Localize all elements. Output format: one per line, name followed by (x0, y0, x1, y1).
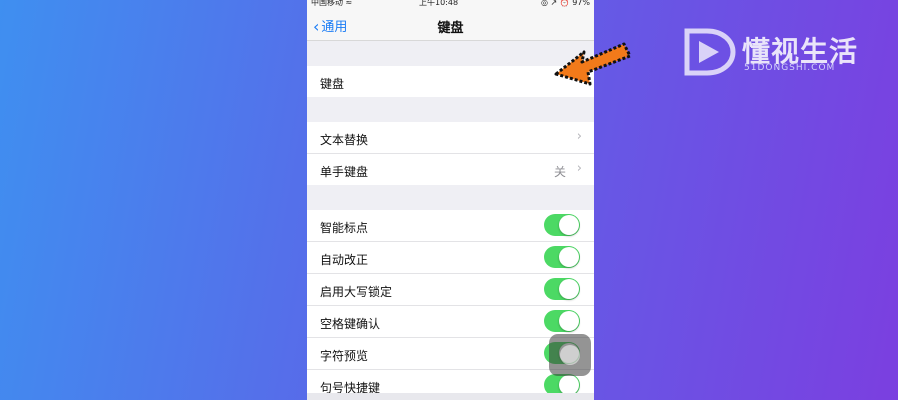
settings-group-text: 文本替换 › 单手键盘 关 › (307, 122, 594, 185)
settings-group-keyboards: 键盘 (307, 66, 594, 97)
cell-auto-correction: 自动改正 (307, 242, 594, 274)
page-title: 键盘 (437, 21, 464, 36)
footer-text-strip (307, 393, 594, 400)
toggle-knob (559, 375, 579, 395)
brand-logo-icon (684, 28, 736, 76)
chevron-right-icon: › (576, 129, 582, 144)
section-gap (307, 97, 594, 122)
caps-lock-toggle[interactable] (544, 278, 580, 300)
status-indicators: ◎ ↗ ⏰ 97% (540, 0, 590, 7)
cell-label: 字符预览 (320, 349, 369, 363)
toggle-knob (559, 247, 579, 267)
cell-smart-punctuation: 智能标点 (307, 210, 594, 242)
cell-value: 关 (553, 165, 566, 179)
section-gap (307, 41, 594, 66)
status-time: 上午10:48 (419, 0, 459, 7)
watermark-domain: 51DONGSHI.COM (744, 63, 836, 73)
toggle-knob (559, 311, 579, 331)
cell-label: 空格键确认 (320, 317, 381, 331)
cell-label: 自动改正 (320, 253, 369, 267)
status-bar: 中国移动 ≈ 上午10:48 ◎ ↗ ⏰ 97% (307, 0, 594, 10)
navigation-bar: ‹ 通用 键盘 (307, 10, 594, 41)
carrier-label: 中国移动 ≈ (311, 0, 353, 7)
smart-punctuation-toggle[interactable] (544, 214, 580, 236)
cell-text-replacement[interactable]: 文本替换 › (307, 122, 594, 154)
cell-keyboards[interactable]: 键盘 (307, 66, 594, 97)
assistive-touch-button[interactable] (549, 334, 591, 376)
cell-caps-lock: 启用大写锁定 (307, 274, 594, 306)
toggle-knob (559, 279, 579, 299)
toggle-knob (559, 215, 579, 235)
phone-screen: 中国移动 ≈ 上午10:48 ◎ ↗ ⏰ 97% ‹ 通用 键盘 键盘 文本替换 … (307, 0, 594, 400)
assistive-touch-icon (560, 345, 580, 365)
cell-space-confirm: 空格键确认 (307, 306, 594, 338)
cell-label: 键盘 (320, 77, 345, 91)
cell-label: 智能标点 (320, 221, 369, 235)
section-gap (307, 185, 594, 210)
space-confirm-toggle[interactable] (544, 310, 580, 332)
cell-label: 文本替换 (320, 133, 369, 147)
cell-label: 单手键盘 (320, 165, 369, 179)
chevron-right-icon: › (576, 161, 582, 176)
cell-label: 启用大写锁定 (320, 285, 393, 299)
auto-correction-toggle[interactable] (544, 246, 580, 268)
cell-one-handed-keyboard[interactable]: 单手键盘 关 › (307, 154, 594, 185)
pointer-arrow-icon (554, 42, 632, 86)
